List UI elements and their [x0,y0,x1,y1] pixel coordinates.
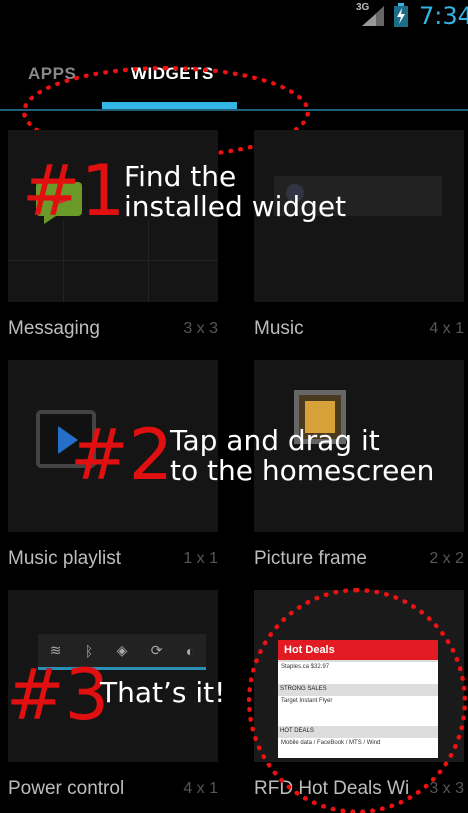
step-1-number: #1 [22,150,126,232]
widget-size: 1 x 1 [183,550,218,567]
widget-label: Music [254,318,304,339]
widget-size: 3 x 3 [183,320,218,337]
battery-charging-icon [394,3,408,27]
gps-icon: ◈ [116,642,128,658]
clock: 7:34 [419,2,468,30]
brightness-icon: ◐ [185,642,195,659]
widget-size: 2 x 2 [429,550,464,567]
step-1-line-1: Find the [124,160,237,193]
widget-music[interactable]: Music 4 x 1 [254,130,464,345]
widget-size: 4 x 1 [429,320,464,337]
signal-icon [362,6,384,26]
status-bar: 3G 7:34 [0,0,468,32]
widget-label: Messaging [8,318,100,339]
sync-icon: ⟳ [150,642,163,658]
tab-bar: APPS WIDGETS [0,32,468,158]
widget-label: Power control [8,778,125,799]
widget-label: Music playlist [8,548,121,569]
step-3-line-1: That’s it! [100,676,226,709]
step-2-line-1: Tap and drag it [170,424,380,457]
widget-size: 3 x 3 [429,780,464,797]
step-3-number: #3 [6,654,110,736]
grid-lines [8,220,218,302]
step-2-number: #2 [70,414,174,496]
widget-size: 4 x 1 [183,780,218,797]
widget-label: Picture frame [254,548,367,569]
step-1-line-2: installed widget [124,190,347,223]
highlight-circle [247,588,467,813]
step-2-line-2: to the homescreen [170,454,435,487]
